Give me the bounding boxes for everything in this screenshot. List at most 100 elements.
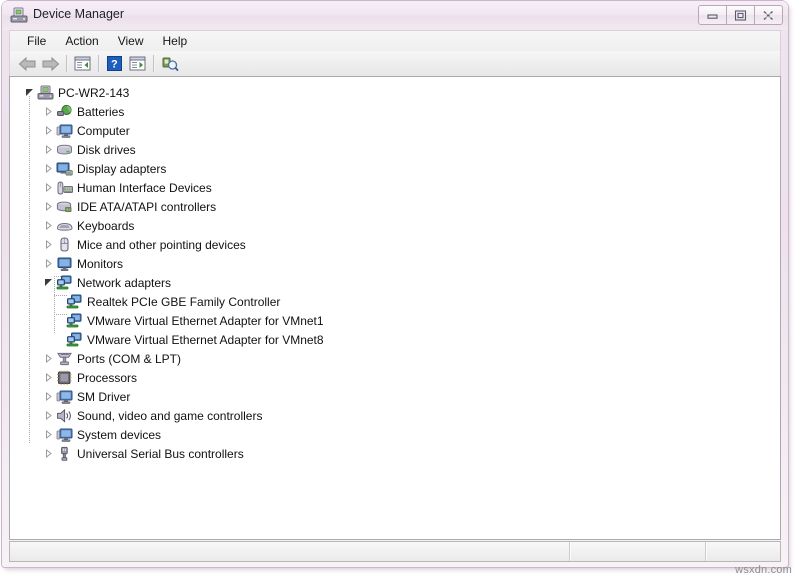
computer-icon	[56, 388, 73, 405]
tree-node-label: PC-WR2-143	[58, 85, 130, 100]
expand-triangle-icon[interactable]	[41, 121, 56, 140]
expand-triangle-icon[interactable]	[41, 406, 56, 425]
tree-node-sm-driver[interactable]: SM Driver	[22, 387, 780, 406]
device-manager-icon	[10, 7, 28, 24]
tree-node-mice[interactable]: Mice and other pointing devices	[22, 235, 780, 254]
hid-icon	[56, 179, 73, 196]
close-button[interactable]	[755, 5, 783, 25]
forward-button[interactable]	[39, 53, 62, 75]
menu-action[interactable]: Action	[56, 32, 108, 51]
mouse-icon	[56, 236, 73, 253]
network-adapter-icon	[56, 274, 73, 291]
expand-triangle-icon[interactable]	[41, 368, 56, 387]
tree-node-label: Ports (COM & LPT)	[77, 351, 182, 366]
network-adapter-icon	[66, 312, 83, 329]
network-adapter-icon	[66, 331, 83, 348]
maximize-button[interactable]	[727, 5, 755, 25]
speaker-icon	[56, 407, 73, 424]
tree-node-keyboards[interactable]: Keyboards	[22, 216, 780, 235]
network-adapter-icon	[66, 293, 83, 310]
computer-icon	[56, 426, 73, 443]
device-tree: PC-WR2-143 Batteries Computer Disk drive…	[10, 77, 780, 463]
tree-node-display-adapters[interactable]: Display adapters	[22, 159, 780, 178]
statusbar	[9, 541, 781, 562]
scan-for-hardware-changes-button[interactable]	[158, 53, 181, 75]
tree-node-label: Mice and other pointing devices	[77, 237, 246, 252]
tree-node-monitors[interactable]: Monitors	[22, 254, 780, 273]
battery-icon	[56, 103, 73, 120]
processor-icon	[56, 369, 73, 386]
show-hide-console-tree-button[interactable]	[71, 53, 94, 75]
expand-triangle-icon[interactable]	[41, 387, 56, 406]
expand-triangle-icon[interactable]	[41, 254, 56, 273]
tree-node-vmnet8-adapter[interactable]: VMware Virtual Ethernet Adapter for VMne…	[22, 330, 780, 349]
toolbar-separator	[66, 55, 67, 72]
tree-node-label: Disk drives	[77, 142, 136, 157]
caption-button-group	[698, 5, 783, 25]
tree-node-network-adapters[interactable]: Network adapters	[22, 273, 780, 292]
tree-node-sound-video-game-controllers[interactable]: Sound, video and game controllers	[22, 406, 780, 425]
tree-node-system-devices[interactable]: System devices	[22, 425, 780, 444]
tree-node-label: Universal Serial Bus controllers	[77, 446, 244, 461]
desktop-background: Device Manager File Action View Help ? P…	[0, 0, 797, 578]
menu-help[interactable]: Help	[154, 32, 198, 51]
tree-node-label: VMware Virtual Ethernet Adapter for VMne…	[87, 313, 324, 328]
tree-node-label: Realtek PCIe GBE Family Controller	[87, 294, 281, 309]
expand-triangle-icon[interactable]	[41, 102, 56, 121]
expand-triangle-icon[interactable]	[41, 159, 56, 178]
menu-view[interactable]: View	[109, 32, 154, 51]
tree-node-ports[interactable]: Ports (COM & LPT)	[22, 349, 780, 368]
disk-drive-icon	[56, 141, 73, 158]
toolbar: ?	[9, 51, 781, 76]
tree-node-label: Sound, video and game controllers	[77, 408, 263, 423]
tree-node-disk-drives[interactable]: Disk drives	[22, 140, 780, 159]
toolbar-separator	[98, 55, 99, 72]
minimize-button[interactable]	[698, 5, 727, 25]
tree-node-vmnet1-adapter[interactable]: VMware Virtual Ethernet Adapter for VMne…	[22, 311, 780, 330]
tree-node-usb-controllers[interactable]: Universal Serial Bus controllers	[22, 444, 780, 463]
tree-node-label: System devices	[77, 427, 162, 442]
tree-node-label: VMware Virtual Ethernet Adapter for VMne…	[87, 332, 324, 347]
tree-node-label: Batteries	[77, 104, 125, 119]
expand-triangle-icon[interactable]	[41, 425, 56, 444]
collapse-triangle-icon[interactable]	[22, 83, 37, 102]
tree-node-ide-controllers[interactable]: IDE ATA/ATAPI controllers	[22, 197, 780, 216]
expand-triangle-icon[interactable]	[41, 216, 56, 235]
svg-text:?: ?	[111, 59, 118, 71]
tree-node-root[interactable]: PC-WR2-143	[22, 83, 780, 102]
back-button[interactable]	[16, 53, 39, 75]
keyboard-icon	[56, 217, 73, 234]
computer-icon	[56, 122, 73, 139]
tree-node-computer[interactable]: Computer	[22, 121, 780, 140]
status-pane-secondary	[570, 542, 705, 561]
properties-button[interactable]	[126, 53, 149, 75]
tree-node-realtek-adapter[interactable]: Realtek PCIe GBE Family Controller	[22, 292, 780, 311]
help-button[interactable]: ?	[103, 53, 126, 75]
ide-controller-icon	[56, 198, 73, 215]
window-titlebar[interactable]: Device Manager	[2, 1, 788, 30]
monitor-icon	[56, 255, 73, 272]
status-text-main	[10, 546, 16, 558]
expand-triangle-icon[interactable]	[41, 197, 56, 216]
menubar: File Action View Help	[9, 30, 781, 51]
expand-triangle-icon[interactable]	[41, 349, 56, 368]
expand-triangle-icon[interactable]	[41, 444, 56, 463]
collapse-triangle-icon[interactable]	[41, 273, 56, 292]
tree-node-label: Human Interface Devices	[77, 180, 212, 195]
toolbar-separator	[153, 55, 154, 72]
tree-node-batteries[interactable]: Batteries	[22, 102, 780, 121]
expand-triangle-icon[interactable]	[41, 235, 56, 254]
tree-node-label: Monitors	[77, 256, 124, 271]
device-tree-pane[interactable]: PC-WR2-143 Batteries Computer Disk drive…	[9, 76, 781, 540]
tree-node-human-interface-devices[interactable]: Human Interface Devices	[22, 178, 780, 197]
tree-node-label: SM Driver	[77, 389, 131, 404]
tree-node-label: Processors	[77, 370, 138, 385]
site-watermark: wsxdn.com	[735, 564, 792, 576]
display-adapter-icon	[56, 160, 73, 177]
menu-file[interactable]: File	[18, 32, 56, 51]
tree-node-processors[interactable]: Processors	[22, 368, 780, 387]
tree-node-label: Computer	[77, 123, 130, 138]
expand-triangle-icon[interactable]	[41, 140, 56, 159]
expand-triangle-icon[interactable]	[41, 178, 56, 197]
tree-node-label: IDE ATA/ATAPI controllers	[77, 199, 217, 214]
